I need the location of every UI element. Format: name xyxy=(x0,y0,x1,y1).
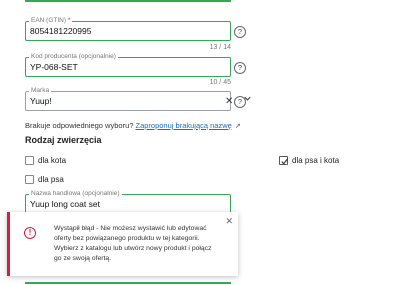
brand-help-icon[interactable]: ? xyxy=(234,96,246,108)
missing-option-row: Brakuje odpowiedniego wyboru? Zaproponuj… xyxy=(25,121,241,130)
external-link-icon: ↗ xyxy=(234,123,241,130)
missing-option-text: Brakuje odpowiedniego wyboru? xyxy=(25,121,134,130)
checkbox-label-dla-psa-i-kota: dla psa i kota xyxy=(292,156,340,165)
ean-value: 8054181220995 xyxy=(30,26,92,36)
suggest-name-link[interactable]: Zaproponuj brakującą nazwę xyxy=(136,121,232,130)
close-icon[interactable]: ✕ xyxy=(225,96,233,107)
ean-label: EAN (GTIN) * xyxy=(29,16,73,25)
next-field-border xyxy=(25,282,231,284)
checkbox-dla-psa[interactable] xyxy=(25,175,34,184)
trade-name-value: Yuup long coat set xyxy=(30,199,100,209)
producer-code-help-icon[interactable]: ? xyxy=(234,62,246,74)
trade-name-field[interactable]: Nazwa handlowa (opcjonalnie) Yuup long c… xyxy=(25,189,231,214)
ean-help-icon[interactable]: ? xyxy=(234,26,246,38)
checkbox-dla-psa-i-kota[interactable] xyxy=(279,156,289,165)
check-icon xyxy=(281,158,289,165)
warning-icon: ! xyxy=(24,227,36,239)
ean-field-top-border xyxy=(25,0,231,2)
animal-type-heading: Rodzaj zwierzęcia xyxy=(25,135,102,145)
ean-field[interactable]: EAN (GTIN) * 8054181220995 xyxy=(25,16,231,41)
checkbox-dla-kota[interactable] xyxy=(25,156,34,165)
error-toast: ! Wystąpił błąd - Nie możesz wystawić lu… xyxy=(7,212,238,276)
producer-code-value: YP-068-SET xyxy=(30,62,78,72)
brand-select[interactable]: Marka Yuup! ✕ xyxy=(25,86,251,111)
toast-accent-bar xyxy=(7,212,10,276)
checkbox-label-dla-kota: dla kota xyxy=(38,156,67,165)
toast-close-icon[interactable]: ✕ xyxy=(225,217,233,226)
brand-label: Marka xyxy=(29,86,52,95)
checkbox-label-dla-psa: dla psa xyxy=(38,175,64,184)
producer-code-label: Kod producenta (opcjonalnie) xyxy=(29,52,118,61)
producer-code-counter: 10 / 45 xyxy=(209,79,231,86)
trade-name-label: Nazwa handlowa (opcjonalnie) xyxy=(29,189,122,198)
ean-counter: 13 / 14 xyxy=(209,44,231,51)
producer-code-field[interactable]: Kod producenta (opcjonalnie) YP-068-SET xyxy=(25,52,231,77)
toast-message: Wystąpił błąd - Nie możesz wystawić lub … xyxy=(54,225,212,262)
brand-value: Yuup! xyxy=(30,96,52,106)
